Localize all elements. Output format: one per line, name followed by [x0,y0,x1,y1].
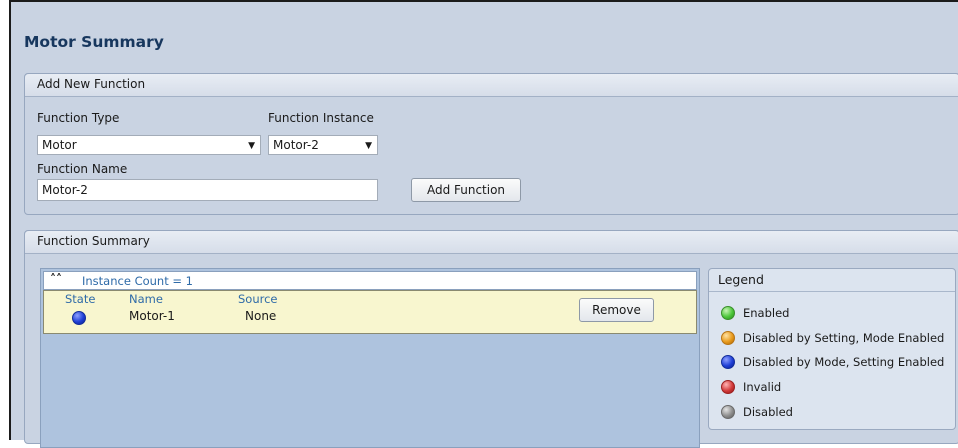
function-type-select[interactable]: Motor ▼ [37,135,261,155]
add-function-header: Add New Function [25,74,958,97]
page-title: Motor Summary [24,33,164,51]
add-function-group: Add New Function Function Type Motor ▼ F… [24,73,958,215]
legend-panel: Legend Enabled Disabled by Setting, Mode… [708,268,956,430]
source-column-header: Source [238,292,278,306]
state-column-header: State [65,292,96,306]
function-summary-header: Function Summary [25,231,958,254]
function-instance-label: Function Instance [268,111,374,125]
legend-label: Disabled by Setting, Mode Enabled [743,331,945,345]
function-name-field[interactable]: Motor-2 [37,179,378,201]
instance-group-header[interactable]: ˄˄ Instance Count = 1 [43,271,697,290]
legend-label: Disabled by Mode, Setting Enabled [743,355,945,369]
legend-label: Disabled [743,405,793,419]
add-function-button[interactable]: Add Function [411,178,521,202]
instance-count: Instance Count = 1 [82,274,193,288]
collapse-chevron-icon[interactable]: ˄˄ [50,272,62,286]
function-source-cell: None [245,309,277,323]
legend-label: Enabled [743,306,790,320]
chevron-down-icon: ▼ [365,141,372,151]
function-type-value: Motor [42,138,77,152]
chevron-down-icon: ▼ [248,141,255,151]
red-status-icon [721,380,735,394]
function-type-label: Function Type [37,111,120,125]
function-name-value: Motor-2 [42,183,88,197]
remove-button[interactable]: Remove [579,298,654,322]
motor-summary-window: Motor Summary Add New Function Function … [9,0,958,448]
function-name-cell: Motor-1 [129,309,175,323]
state-indicator-icon [72,311,86,325]
blue-status-icon [721,355,735,369]
green-status-icon [721,306,735,320]
function-instance-value: Motor-2 [273,138,319,152]
function-name-label: Function Name [37,162,128,176]
instance-list: ˄˄ Instance Count = 1 State Name Source … [40,268,700,448]
legend-title: Legend [709,269,955,292]
legend-label: Invalid [743,380,782,394]
function-summary-group: Function Summary ˄˄ Instance Count = 1 S… [24,230,958,448]
function-instance-select[interactable]: Motor-2 ▼ [268,135,378,155]
name-column-header: Name [129,292,163,306]
table-row: State Name Source Motor-1 None Remove [43,290,697,334]
gray-status-icon [721,405,735,419]
orange-status-icon [721,331,735,345]
